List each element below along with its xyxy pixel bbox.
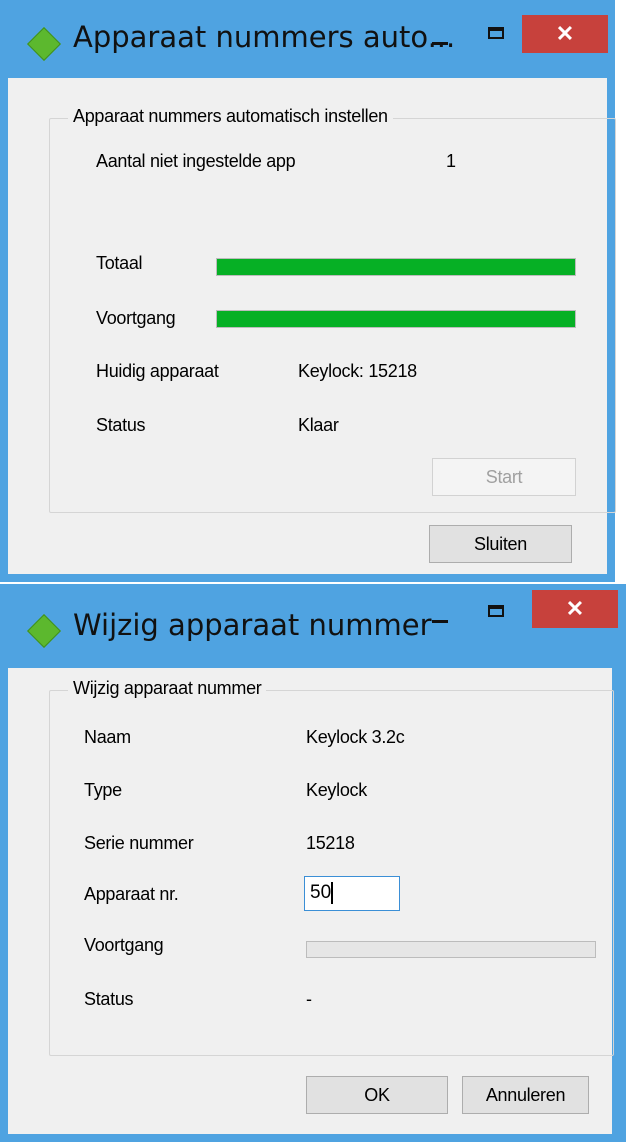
window-client-area: Apparaat nummers automatisch instellen A…	[8, 78, 616, 574]
window-title: Wijzig apparaat nummer	[73, 608, 432, 642]
name-value: Keylock 3.2c	[306, 727, 405, 747]
serial-number-label: Serie nummer	[84, 833, 194, 853]
cancel-button[interactable]: Annuleren	[462, 1076, 589, 1114]
device-number-input[interactable]: 50	[304, 876, 400, 911]
start-button[interactable]: Start	[432, 458, 576, 496]
auto-number-window: Apparaat nummers auto... ✕ Apparaat numm…	[0, 0, 616, 582]
status-label: Status	[96, 415, 146, 435]
name-label: Naam	[84, 727, 131, 747]
type-value: Keylock	[306, 780, 367, 800]
progress-label: Voortgang	[84, 935, 164, 955]
unset-count-label: Aantal niet ingestelde app	[96, 151, 296, 171]
group-title: Apparaat nummers automatisch instellen	[68, 106, 393, 127]
text-caret	[331, 881, 334, 904]
current-device-value: Keylock: 15218	[298, 361, 417, 381]
group-title: Wijzig apparaat nummer	[68, 678, 267, 699]
close-icon[interactable]: ✕	[532, 590, 618, 628]
device-number-label: Apparaat nr.	[84, 884, 179, 904]
app-diamond-icon	[27, 614, 61, 648]
maximize-icon[interactable]	[488, 605, 504, 617]
total-label: Totaal	[96, 253, 143, 273]
window-title: Apparaat nummers auto...	[73, 20, 456, 54]
device-number-value: 50	[310, 882, 332, 903]
window-client-area: Wijzig apparaat nummer Naam Keylock 3.2c…	[8, 668, 614, 1134]
minimize-icon[interactable]	[432, 42, 448, 45]
title-bar[interactable]: Apparaat nummers auto... ✕	[0, 0, 615, 86]
status-value: Klaar	[298, 415, 339, 435]
ok-button[interactable]: OK	[306, 1076, 448, 1114]
progress-label: Voortgang	[96, 308, 176, 328]
minimize-icon[interactable]	[432, 620, 448, 623]
type-label: Type	[84, 780, 122, 800]
status-value: -	[306, 989, 312, 1009]
unset-count-value: 1	[446, 151, 456, 171]
total-progress-bar	[216, 258, 576, 276]
status-label: Status	[84, 989, 134, 1009]
app-diamond-icon	[27, 27, 61, 61]
close-button[interactable]: Sluiten	[429, 525, 572, 563]
close-icon[interactable]: ✕	[522, 15, 608, 53]
serial-number-value: 15218	[306, 833, 355, 853]
progress-bar	[216, 310, 576, 328]
maximize-icon[interactable]	[488, 27, 504, 39]
change-number-window: Wijzig apparaat nummer ✕ Wijzig apparaat…	[0, 584, 626, 1142]
title-bar[interactable]: Wijzig apparaat nummer ✕	[0, 584, 626, 670]
auto-number-group: Apparaat nummers automatisch instellen A…	[49, 106, 616, 513]
progress-bar	[306, 941, 596, 958]
current-device-label: Huidig apparaat	[96, 361, 219, 381]
change-number-group: Wijzig apparaat nummer Naam Keylock 3.2c…	[49, 678, 614, 1056]
